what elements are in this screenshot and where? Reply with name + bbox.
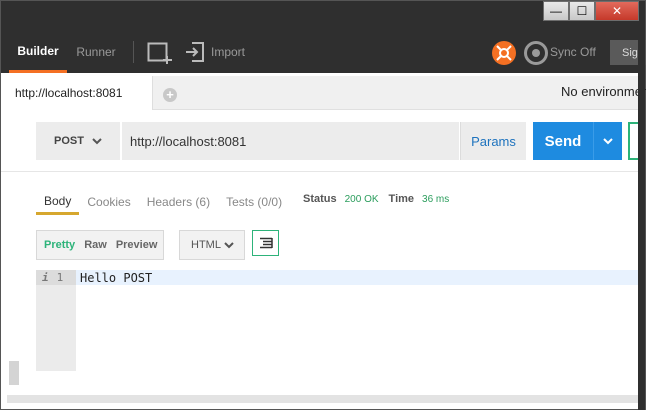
tab-body[interactable]: Body (36, 189, 80, 215)
url-input[interactable] (122, 122, 459, 160)
view-preview[interactable]: Preview (116, 239, 158, 251)
import-icon (186, 42, 204, 62)
response-meta: Status 200 OK Time 36 ms (303, 193, 449, 205)
view-mode-group: Pretty Raw Preview (36, 230, 164, 260)
line-number: 1 (56, 271, 64, 284)
status-label: Status (303, 193, 337, 205)
response-tabs: Body Cookies Headers (6) Tests (0/0) (36, 189, 290, 215)
format-label: HTML (191, 239, 221, 251)
response-body-text[interactable]: Hello POST (80, 271, 152, 285)
import-label: Import (211, 45, 246, 59)
time-label: Time (388, 193, 415, 205)
request-tab[interactable]: http://localhost:8081 (1, 76, 153, 110)
import-button[interactable]: Import (185, 40, 245, 64)
view-pretty[interactable]: Pretty (44, 239, 75, 251)
view-raw[interactable]: Raw (84, 239, 107, 251)
tab-cookies[interactable]: Cookies (79, 189, 138, 215)
close-button[interactable]: ✕ (595, 1, 639, 21)
window-right-border (638, 31, 645, 410)
app-window: — ☐ ✕ Builder Runner Import Sync Off Sig… (0, 0, 646, 410)
minimize-button[interactable]: — (543, 1, 569, 21)
wrap-lines-button[interactable] (252, 230, 279, 256)
chevron-down-icon (603, 137, 613, 144)
title-bar: — ☐ ✕ (1, 1, 645, 31)
sync-icon[interactable] (524, 41, 548, 65)
line-number-row: i 1 (36, 270, 76, 285)
time-value: 36 ms (422, 193, 450, 205)
send-button[interactable]: Send (533, 122, 593, 160)
format-select[interactable]: HTML (179, 230, 245, 260)
send-dropdown[interactable] (593, 122, 622, 160)
app-header: Builder Runner Import Sync Off Sign (1, 31, 646, 73)
method-select[interactable]: POST (36, 122, 120, 160)
params-button[interactable]: Params (460, 122, 526, 160)
request-tabs-bar: http://localhost:8081 + No environment (1, 76, 646, 110)
tab-builder[interactable]: Builder (9, 31, 67, 73)
new-window-icon[interactable] (147, 40, 173, 64)
wrap-lines-icon (259, 237, 273, 249)
status-value: 200 OK (344, 193, 379, 205)
chevron-down-icon (92, 137, 102, 144)
sync-status: Sync Off (550, 45, 596, 59)
environment-select[interactable]: No environment (561, 84, 646, 99)
left-collapse-handle[interactable] (9, 361, 19, 385)
add-tab-icon[interactable]: + (163, 88, 177, 102)
tab-headers[interactable]: Headers (6) (139, 189, 218, 215)
info-marker-icon: i (42, 271, 49, 284)
header-divider (133, 41, 134, 63)
chevron-down-icon (224, 241, 234, 248)
tab-runner[interactable]: Runner (71, 31, 121, 73)
tab-tests[interactable]: Tests (0/0) (218, 189, 290, 215)
maximize-button[interactable]: ☐ (569, 1, 595, 21)
method-label: POST (54, 135, 84, 147)
line-number-gutter (36, 270, 76, 371)
horizontal-scrollbar[interactable] (7, 395, 641, 403)
window-controls: — ☐ ✕ (543, 1, 639, 21)
interceptor-icon[interactable] (492, 41, 516, 65)
request-bar: POST Params Send (1, 110, 645, 172)
